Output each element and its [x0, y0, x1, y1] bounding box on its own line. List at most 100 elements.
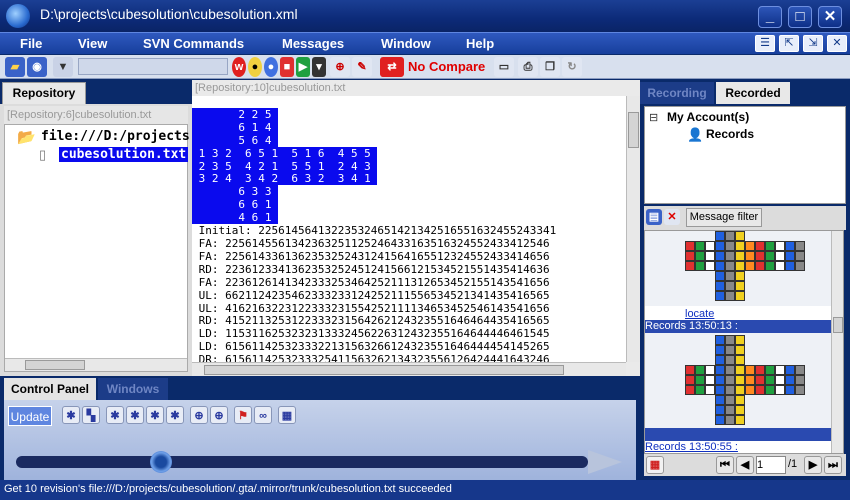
record-thumbnail-1[interactable]: [645, 231, 831, 306]
turn-down-icon[interactable]: ✱: [166, 406, 184, 424]
cube-facelet: [695, 365, 705, 375]
record-item-2[interactable]: Records 13:50:55 :: [645, 441, 738, 453]
path-field[interactable]: [78, 58, 228, 75]
browse-icon[interactable]: ◉: [27, 57, 47, 77]
cube-facelet: [735, 251, 745, 261]
editor-panel: [Repository:10]cubesolution.txt 2 2 5 6 …: [192, 80, 640, 376]
cube-facelet: [735, 365, 745, 375]
link-icon[interactable]: ∞: [254, 406, 272, 424]
cube-facelet: [695, 375, 705, 385]
tab-repository[interactable]: Repository: [2, 82, 86, 104]
tile-windows-icon[interactable]: ☰: [755, 35, 775, 52]
next-page-button[interactable]: ▶: [804, 456, 822, 474]
compare-icon[interactable]: ⇄: [380, 57, 404, 77]
tab-control-panel[interactable]: Control Panel: [4, 378, 96, 400]
minimize-button[interactable]: _: [758, 6, 782, 28]
maximize-button[interactable]: □: [788, 6, 812, 28]
copy-icon[interactable]: ❐: [540, 57, 560, 77]
dock-window-icon[interactable]: ⇲: [803, 35, 823, 52]
menu-help[interactable]: Help: [466, 36, 494, 51]
record-item-2-selected[interactable]: [645, 428, 831, 441]
editor-hscroll-thumb[interactable]: [204, 365, 564, 375]
turn-right-icon[interactable]: ✱: [146, 406, 164, 424]
record-icon[interactable]: w: [232, 57, 246, 77]
progress-slider-handle[interactable]: [150, 451, 172, 473]
tree-file[interactable]: cubesolution.txt: [59, 147, 189, 162]
tab-recorded[interactable]: Recorded: [716, 82, 790, 104]
tab-windows[interactable]: Windows: [98, 378, 168, 400]
cube-facelet: [715, 365, 725, 375]
flag-icon[interactable]: ⚑: [234, 406, 252, 424]
step-icon[interactable]: ●: [264, 57, 278, 77]
page-input[interactable]: [756, 456, 786, 474]
last-page-button[interactable]: ⏭: [824, 456, 842, 474]
stop-icon[interactable]: ■: [280, 57, 294, 77]
turn-left-icon[interactable]: ✱: [106, 406, 124, 424]
menu-file[interactable]: File: [20, 36, 42, 51]
record-item-1[interactable]: Records 13:50:13 :: [645, 320, 831, 333]
zoom-in-icon[interactable]: ⊕: [190, 406, 208, 424]
menu-messages[interactable]: Messages: [282, 36, 344, 51]
close-document-icon[interactable]: ✕: [827, 35, 847, 52]
records-node[interactable]: Records: [706, 127, 754, 141]
locate-link-1[interactable]: locate: [685, 308, 714, 320]
update-button[interactable]: Update: [8, 406, 52, 426]
expand-icon[interactable]: ⊟: [649, 111, 658, 124]
menu-svn-commands[interactable]: SVN Commands: [143, 36, 244, 51]
cube-facelet: [685, 375, 695, 385]
resume-icon[interactable]: ▶: [296, 57, 310, 77]
account-node[interactable]: My Account(s): [667, 110, 749, 124]
calendar-icon[interactable]: ▦: [278, 406, 296, 424]
zoom-out-icon[interactable]: ⊕: [210, 406, 228, 424]
tree-hscroll-thumb[interactable]: [25, 360, 85, 370]
message-filter-button[interactable]: Message filter: [686, 208, 762, 227]
cube-facelet: [745, 251, 755, 261]
dropdown-icon[interactable]: ▾: [312, 57, 326, 77]
record-vscroll-thumb[interactable]: [833, 317, 843, 333]
cube-facelet: [705, 241, 715, 251]
cube-facelet: [785, 375, 795, 385]
editor-header: [Repository:10]cubesolution.txt: [192, 80, 640, 96]
open-folder-icon[interactable]: ▰: [5, 57, 25, 77]
record-thumbnail-2[interactable]: [645, 333, 831, 428]
print-preview-icon[interactable]: ▭: [494, 57, 514, 77]
cube-facelet: [745, 261, 755, 271]
close-button[interactable]: ✕: [818, 6, 842, 28]
editor-vscroll[interactable]: [626, 96, 640, 362]
editor-vscroll-thumb[interactable]: [628, 112, 639, 148]
code-line: FA: 225614556134236325112524643316351632…: [192, 236, 550, 250]
tree-hscroll[interactable]: [5, 358, 187, 371]
message-icon[interactable]: ▤: [646, 209, 662, 225]
print-icon[interactable]: ⎙: [518, 57, 538, 77]
play-icon[interactable]: ●: [248, 57, 262, 77]
prev-page-button[interactable]: ◀: [736, 456, 754, 474]
code-line-selected: 6 1 4: [192, 120, 279, 134]
cube-facelet: [695, 251, 705, 261]
cube-facelet: [785, 365, 795, 375]
editor-hscroll[interactable]: [192, 362, 626, 376]
cube-facelet: [685, 365, 695, 375]
cube-facelet: [795, 375, 805, 385]
highlight-icon[interactable]: ✎: [352, 57, 372, 77]
menu-view[interactable]: View: [78, 36, 107, 51]
restore-window-icon[interactable]: ⇱: [779, 35, 799, 52]
calendar-icon[interactable]: ▦: [646, 456, 664, 474]
cube-facelet: [725, 395, 735, 405]
cube-facelet: [775, 251, 785, 261]
filter-bar: ▤ ✕ Message filter: [644, 206, 846, 230]
layers-icon[interactable]: ▚: [82, 406, 100, 424]
turn-up-icon[interactable]: ✱: [126, 406, 144, 424]
code-view[interactable]: 2 2 5 6 1 4 5 6 4 1 3 2 6 5 1 5 1 6 4 5 …: [192, 96, 626, 362]
cube-facelet: [725, 271, 735, 281]
refresh-icon[interactable]: ↻: [562, 57, 582, 77]
clear-filter-icon[interactable]: ✕: [664, 209, 680, 225]
tree-root[interactable]: file:///D:/projects: [41, 129, 190, 144]
record-vscroll[interactable]: [831, 231, 843, 453]
rotate-icon[interactable]: ✱: [62, 406, 80, 424]
zoom-icon[interactable]: ⊕: [330, 57, 350, 77]
cube-facelet: [735, 405, 745, 415]
first-page-button[interactable]: ⏮: [716, 456, 734, 474]
tab-recording[interactable]: Recording: [640, 82, 714, 104]
menu-window[interactable]: Window: [381, 36, 431, 51]
filter-icon[interactable]: ▼: [53, 57, 73, 77]
